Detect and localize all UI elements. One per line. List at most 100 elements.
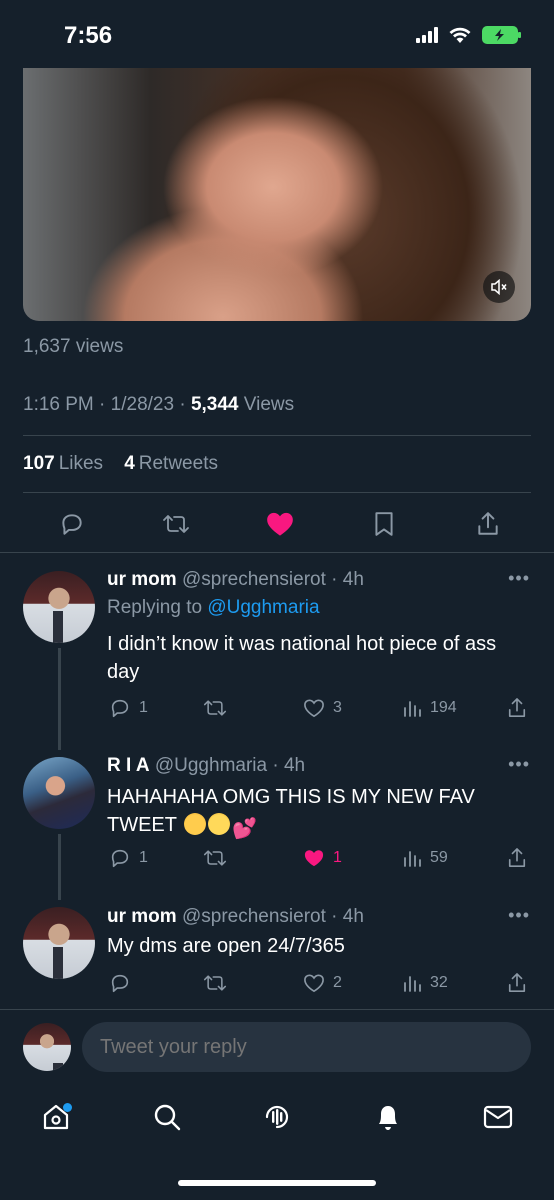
status-icons: [416, 26, 521, 44]
messages-icon[interactable]: [482, 1101, 514, 1133]
bookmark-icon[interactable]: [369, 509, 399, 539]
handle[interactable]: @sprechensierot: [182, 569, 326, 590]
home-indicator[interactable]: [178, 1180, 376, 1186]
views-icon: [404, 976, 421, 992]
like-icon: [304, 974, 324, 993]
timestamp: 4h: [342, 569, 364, 590]
more-options-icon[interactable]: •••: [508, 905, 530, 926]
crying-face-icon: [184, 813, 207, 835]
retweet-icon[interactable]: [161, 509, 191, 539]
reply-icon: [111, 699, 129, 718]
wifi-icon: [449, 27, 471, 43]
like-button[interactable]: 1: [303, 846, 342, 870]
like-button[interactable]: 2: [303, 971, 342, 995]
status-bar: 7:56: [0, 0, 554, 68]
battery-icon: [482, 26, 521, 44]
share-button[interactable]: [507, 846, 527, 870]
divider: [0, 1009, 554, 1010]
mute-icon[interactable]: [483, 271, 515, 303]
retweet-icon: [203, 850, 227, 866]
tweet-meta: 1:16 PM · 1/28/23 · 5,344 Views: [23, 394, 295, 415]
share-button[interactable]: [507, 971, 527, 995]
status-time: 7:56: [64, 22, 113, 49]
video-views: 1,637 views: [23, 336, 124, 357]
retweet-button[interactable]: [203, 846, 227, 870]
thread-line: [58, 834, 61, 900]
display-name[interactable]: R I A: [107, 755, 150, 776]
reply-header: R I A @Ugghmaria · 4h: [107, 755, 306, 776]
tweet-views-count: 5,344: [190, 394, 239, 415]
bottom-tab-bar: [0, 1092, 554, 1142]
compose-avatar: [23, 1023, 71, 1071]
tweet-stats: 107 Likes 4 Retweets: [23, 453, 218, 475]
avatar[interactable]: [23, 907, 95, 979]
tweet-date: 1/28/23: [110, 394, 175, 415]
views-button[interactable]: 59: [402, 846, 448, 870]
avatar[interactable]: [23, 571, 95, 643]
retweet-icon: [203, 975, 227, 991]
reply-text: HAHAHAHA OMG THIS IS MY NEW FAV TWEET: [107, 786, 475, 836]
thread-line: [58, 648, 61, 750]
retweet-button[interactable]: [203, 696, 227, 720]
view-count: 59: [430, 849, 448, 866]
retweet-icon: [203, 700, 227, 716]
reply-text: My dms are open 24/7/365: [107, 935, 345, 957]
reply-button[interactable]: 1: [109, 846, 148, 870]
like-button[interactable]: 3: [303, 696, 342, 720]
reply-header: ur mom @sprechensierot · 4h: [107, 569, 364, 590]
spaces-icon[interactable]: [261, 1101, 293, 1133]
tweet-action-bar: [23, 506, 531, 542]
timestamp: 4h: [342, 906, 364, 927]
like-count: 1: [333, 849, 342, 866]
likes-stat[interactable]: 107 Likes: [23, 453, 103, 474]
views-icon: [404, 701, 421, 717]
views-button[interactable]: 194: [402, 696, 457, 720]
reply-count: 1: [139, 849, 148, 866]
reply-text-block: HAHAHAHA OMG THIS IS MY NEW FAV TWEET 💕: [107, 783, 532, 843]
tweet-time: 1:16 PM: [23, 394, 94, 415]
handle[interactable]: @sprechensierot: [182, 906, 326, 927]
notification-dot: [63, 1103, 72, 1112]
reply-button[interactable]: [109, 971, 131, 995]
display-name[interactable]: ur mom: [107, 569, 177, 590]
home-icon[interactable]: [40, 1101, 72, 1133]
like-icon: [304, 699, 324, 718]
views-icon: [404, 851, 421, 867]
reply-action-bar: 1 3 194: [107, 696, 532, 720]
reply-header: ur mom @sprechensierot · 4h: [107, 906, 364, 927]
like-count: 3: [333, 699, 342, 716]
laughing-face-icon: [208, 813, 231, 835]
tweet-video[interactable]: [23, 67, 531, 321]
cellular-signal-icon: [416, 27, 438, 43]
reply-button[interactable]: 1: [109, 696, 148, 720]
two-hearts-icon: 💕: [232, 818, 258, 840]
share-icon[interactable]: [473, 509, 503, 539]
view-count: 32: [430, 974, 448, 991]
view-count: 194: [430, 699, 457, 716]
retweet-button[interactable]: [203, 971, 227, 995]
share-button[interactable]: [507, 696, 527, 720]
reply-count: 1: [139, 699, 148, 716]
search-icon[interactable]: [151, 1101, 183, 1133]
divider: [0, 552, 554, 553]
avatar[interactable]: [23, 757, 95, 829]
timestamp: 4h: [283, 755, 306, 776]
display-name[interactable]: ur mom: [107, 906, 177, 927]
more-options-icon[interactable]: •••: [508, 568, 530, 589]
replying-to: Replying to @Ugghmaria: [107, 597, 320, 618]
reply-action-bar: 1 1 59: [107, 846, 532, 870]
share-icon: [508, 698, 526, 718]
mention-link[interactable]: @Ugghmaria: [207, 597, 319, 618]
more-options-icon[interactable]: •••: [508, 754, 530, 775]
reply-input[interactable]: [82, 1022, 531, 1072]
reply-icon[interactable]: [57, 509, 87, 539]
views-button[interactable]: 32: [402, 971, 448, 995]
reply-action-bar: 2 32: [107, 971, 532, 995]
reply-icon: [111, 974, 129, 993]
retweets-stat[interactable]: 4 Retweets: [124, 453, 218, 474]
reply-text: I didn’t know it was national hot piece …: [107, 633, 497, 683]
tweet-views-label: Views: [243, 394, 295, 415]
notifications-icon[interactable]: [372, 1101, 404, 1133]
like-icon[interactable]: [265, 509, 295, 539]
handle[interactable]: @Ugghmaria: [155, 755, 267, 776]
